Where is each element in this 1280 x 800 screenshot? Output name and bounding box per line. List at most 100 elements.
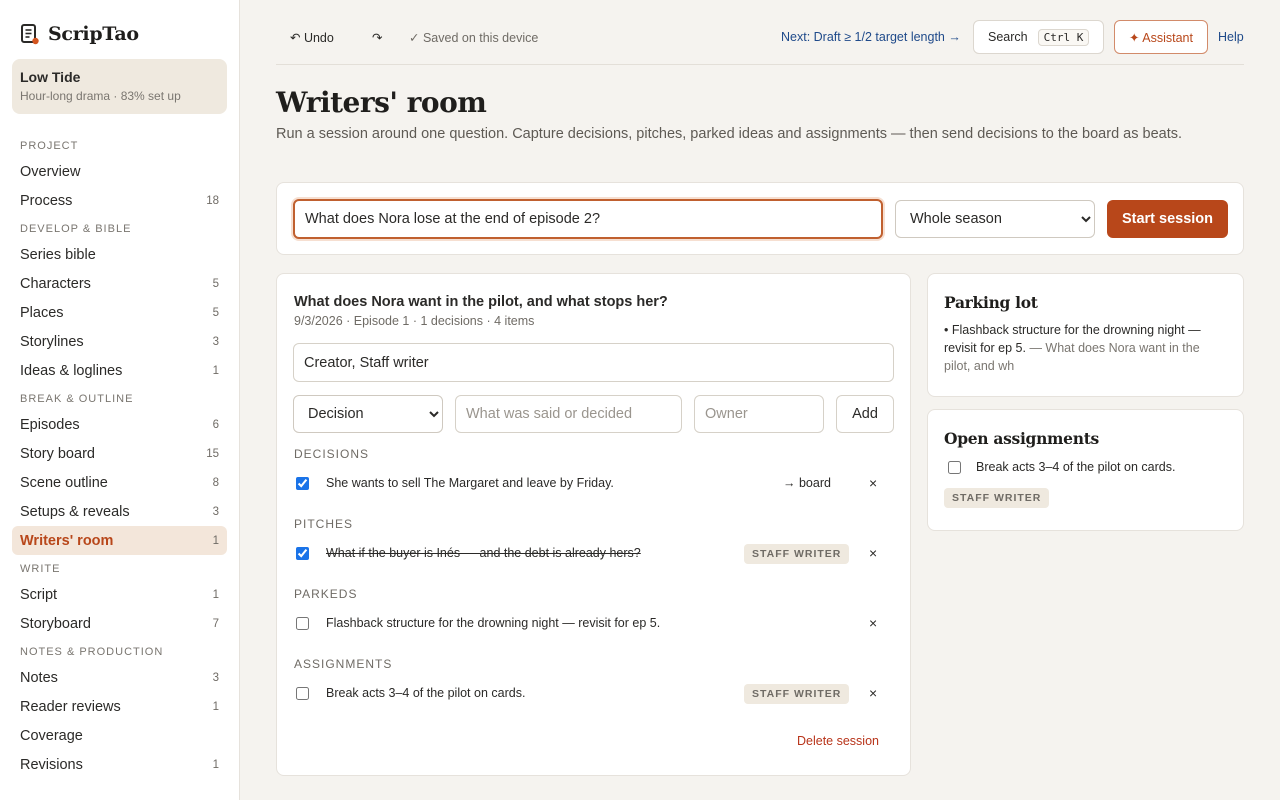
sidebar-item-count: 3 <box>212 671 219 684</box>
next-step-link[interactable]: Next: Draft ≥ 1/2 target length → <box>781 30 961 44</box>
sidebar-item-coverage[interactable]: Coverage <box>12 721 227 750</box>
sidebar-item-process[interactable]: Process 18 <box>12 186 227 215</box>
help-link[interactable]: Help <box>1218 30 1244 44</box>
sidebar-item-count: 1 <box>212 364 219 377</box>
remove-item-button[interactable]: × <box>869 475 877 491</box>
sidebar: ScripTao Low Tide Hour-long drama · 83% … <box>0 0 240 800</box>
sidebar-item-label: Story board <box>20 445 95 462</box>
owner-tag: STAFF WRITER <box>744 684 850 704</box>
group-label-decisions: DECISIONS <box>294 447 370 461</box>
session-card: What does Nora want in the pilot, and wh… <box>276 273 911 776</box>
sidebar-item-notes[interactable]: Notes 3 <box>12 663 227 692</box>
nav-section-write: WRITE <box>20 563 61 575</box>
sidebar-item-count: 5 <box>212 306 219 319</box>
item-type-select[interactable]: Decision <box>293 395 443 433</box>
sidebar-item-label: Storyboard <box>20 615 91 632</box>
send-to-board-button[interactable]: → board <box>783 476 831 490</box>
delete-session-button[interactable]: Delete session <box>797 734 879 748</box>
sidebar-item-revisions[interactable]: Revisions 1 <box>12 750 227 779</box>
item-checkbox[interactable] <box>296 687 309 700</box>
parking-lot-item: • Flashback structure for the drowning n… <box>944 321 1229 375</box>
item-text: Flashback structure for the drowning nig… <box>326 616 661 630</box>
sidebar-item-setups-reveals[interactable]: Setups & reveals 3 <box>12 497 227 526</box>
item-checkbox[interactable] <box>296 617 309 630</box>
group-label-parkeds: PARKEDS <box>294 587 358 601</box>
sidebar-item-scene-outline[interactable]: Scene outline 8 <box>12 468 227 497</box>
search-button[interactable]: Search Ctrl K <box>973 20 1104 54</box>
nav-section-develop: DEVELOP & BIBLE <box>20 223 132 235</box>
sidebar-item-count: 3 <box>212 335 219 348</box>
participants-input[interactable] <box>293 343 894 382</box>
group-label-pitches: PITCHES <box>294 517 354 531</box>
sidebar-item-count: 8 <box>212 476 219 489</box>
sidebar-item-count: 1 <box>212 700 219 713</box>
sidebar-item-reader-reviews[interactable]: Reader reviews 1 <box>12 692 227 721</box>
item-text: She wants to sell The Margaret and leave… <box>326 476 614 490</box>
sidebar-item-storylines[interactable]: Storylines 3 <box>12 327 227 356</box>
assistant-button[interactable]: ✦ Assistant <box>1114 20 1208 54</box>
sidebar-item-ideas-loglines[interactable]: Ideas & loglines 1 <box>12 356 227 385</box>
add-item-button[interactable]: Add <box>836 395 894 433</box>
sidebar-nav: PROJECT Overview Process 18 DEVELOP & BI… <box>12 132 227 779</box>
item-text: What if the buyer is Inés — and the debt… <box>326 546 641 560</box>
remove-item-button[interactable]: × <box>869 615 877 631</box>
sidebar-item-series-bible[interactable]: Series bible <box>12 240 227 269</box>
item-text-input[interactable] <box>455 395 682 433</box>
sidebar-item-label: Overview <box>20 163 81 180</box>
redo-button[interactable]: ↷ <box>372 30 382 45</box>
session-title: What does Nora want in the pilot, and wh… <box>294 294 668 310</box>
sidebar-item-count: 1 <box>212 588 219 601</box>
open-assignments-card: Open assignments Break acts 3–4 of the p… <box>927 409 1244 531</box>
toolbar-divider <box>276 64 1244 65</box>
sidebar-item-label: Script <box>20 586 58 603</box>
assignment-owner-tag: STAFF WRITER <box>944 488 1050 508</box>
owner-tag: STAFF WRITER <box>744 544 850 564</box>
sidebar-item-count: 18 <box>206 194 219 207</box>
nav-section-notes: NOTES & PRODUCTION <box>20 646 164 658</box>
sidebar-item-characters[interactable]: Characters 5 <box>12 269 227 298</box>
session-question-input[interactable] <box>293 199 883 239</box>
project-switcher[interactable]: Low Tide Hour-long drama · 83% set up <box>12 59 227 114</box>
page-subtitle: Run a session around one question. Captu… <box>276 126 1183 142</box>
sidebar-item-label: Reader reviews <box>20 698 121 715</box>
group-label-assignments: ASSIGNMENTS <box>294 657 393 671</box>
sidebar-item-label: Episodes <box>20 416 80 433</box>
save-status: ✓ Saved on this device <box>409 30 539 45</box>
item-checkbox[interactable] <box>296 547 309 560</box>
sidebar-item-places[interactable]: Places 5 <box>12 298 227 327</box>
item-checkbox[interactable] <box>296 477 309 490</box>
brand[interactable]: ScripTao <box>20 22 139 46</box>
sidebar-item-label: Revisions <box>20 756 83 773</box>
sidebar-item-overview[interactable]: Overview <box>12 157 227 186</box>
assignment-row: Break acts 3–4 of the pilot on cards. <box>944 458 1229 478</box>
start-session-button[interactable]: Start session <box>1107 200 1228 238</box>
parking-lot-card: Parking lot • Flashback structure for th… <box>927 273 1244 397</box>
undo-button[interactable]: ↶ Undo <box>290 30 334 45</box>
remove-item-button[interactable]: × <box>869 685 877 701</box>
open-assignments-title: Open assignments <box>944 429 1099 448</box>
sidebar-item-story-board[interactable]: Story board 15 <box>12 439 227 468</box>
sidebar-item-count: 6 <box>212 418 219 431</box>
sidebar-item-label: Setups & reveals <box>20 503 130 520</box>
scope-select[interactable]: Whole season <box>895 200 1095 238</box>
assignment-text: Break acts 3–4 of the pilot on cards. <box>976 460 1176 474</box>
assignment-checkbox[interactable] <box>948 461 961 474</box>
sidebar-item-episodes[interactable]: Episodes 6 <box>12 410 227 439</box>
item-text: Break acts 3–4 of the pilot on cards. <box>326 686 526 700</box>
sidebar-item-count: 15 <box>206 447 219 460</box>
main-content: ↶ Undo ↷ ✓ Saved on this device Next: Dr… <box>276 0 1244 800</box>
sidebar-item-label: Series bible <box>20 246 96 263</box>
list-item: What if the buyer is Inés — and the debt… <box>294 543 895 565</box>
script-logo-icon <box>20 23 40 45</box>
owner-input[interactable] <box>694 395 824 433</box>
sidebar-item-label: Scene outline <box>20 474 108 491</box>
sidebar-item-count: 1 <box>212 534 219 547</box>
remove-item-button[interactable]: × <box>869 545 877 561</box>
sidebar-item-count: 5 <box>212 277 219 290</box>
page-title: Writers' room <box>276 86 487 119</box>
nav-section-break: BREAK & OUTLINE <box>20 393 134 405</box>
sidebar-item-storyboard[interactable]: Storyboard 7 <box>12 609 227 638</box>
list-item: Break acts 3–4 of the pilot on cards. ST… <box>294 683 895 705</box>
sidebar-item-writers-room[interactable]: Writers' room 1 <box>12 526 227 555</box>
sidebar-item-script[interactable]: Script 1 <box>12 580 227 609</box>
